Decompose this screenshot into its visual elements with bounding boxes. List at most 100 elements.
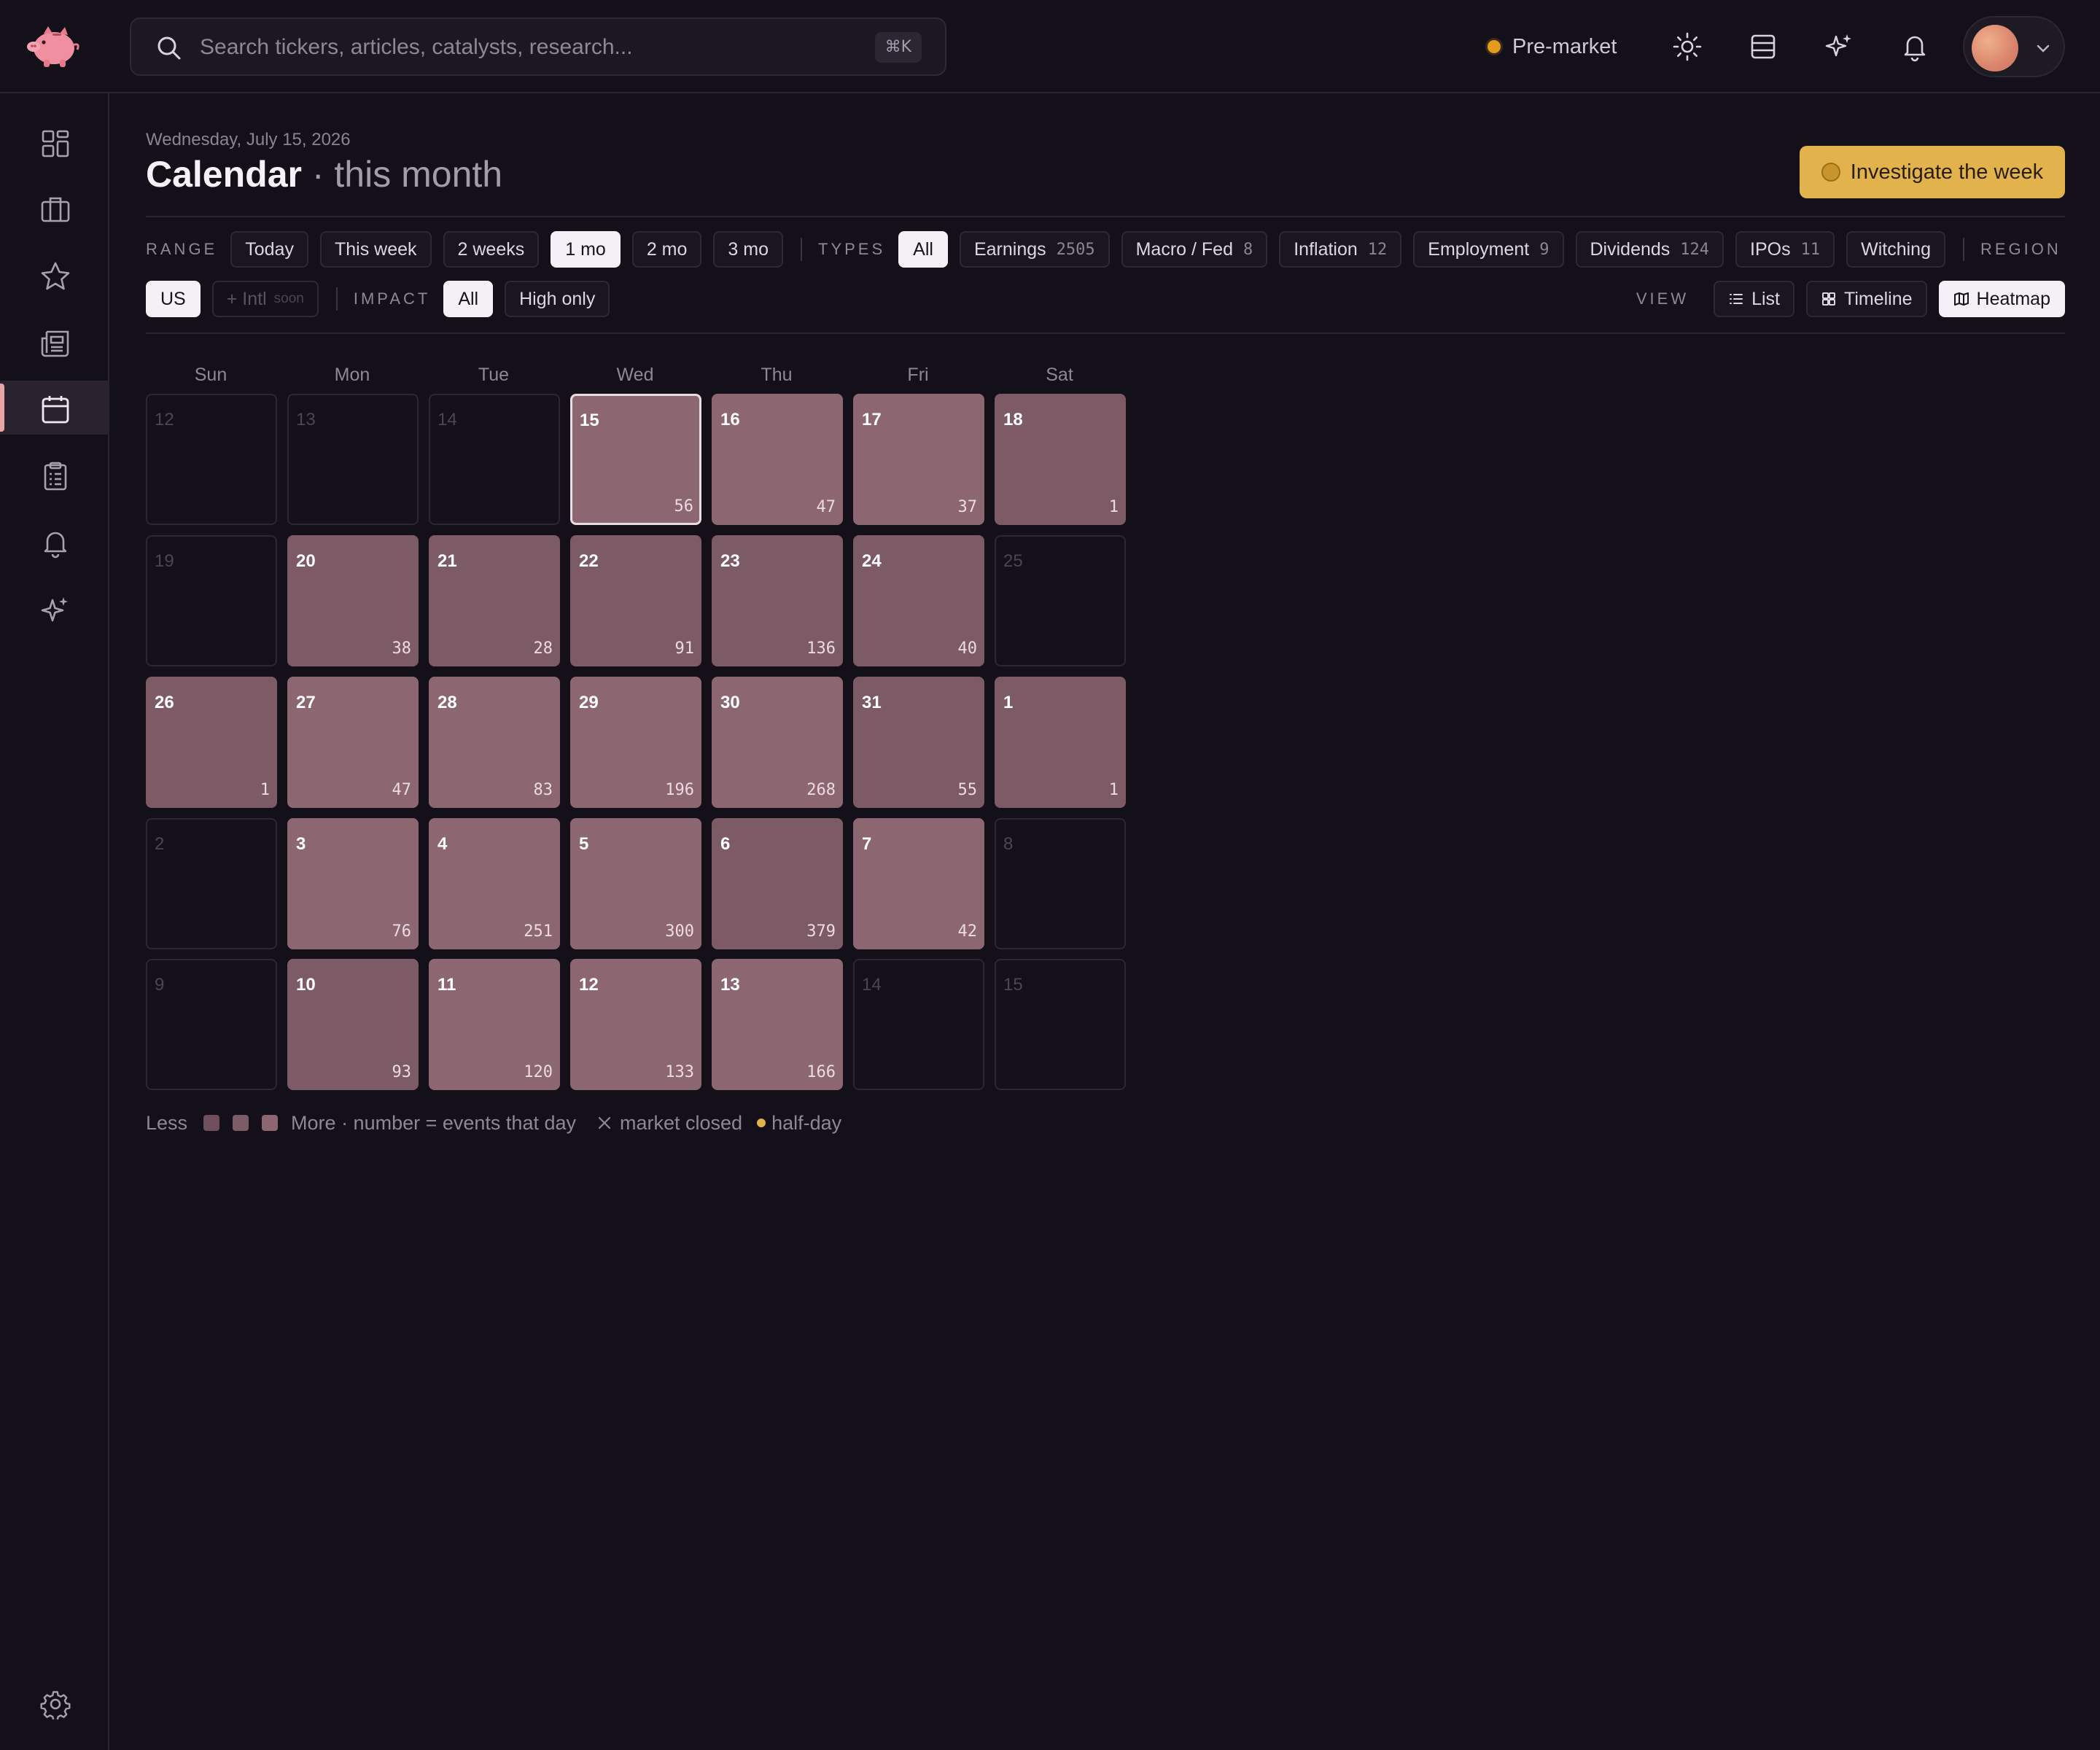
calendar-day-cell[interactable]: 19: [146, 535, 277, 666]
calendar-day-cell[interactable]: 11: [995, 677, 1126, 808]
calendar-day-cell[interactable]: 16 47: [712, 394, 843, 525]
calendar-day-cell[interactable]: 14: [853, 959, 984, 1090]
weekday-header: Fri: [907, 365, 929, 385]
portfolio-icon: [41, 197, 70, 222]
calendar-day-cell[interactable]: 14: [429, 394, 560, 525]
event-count: 268: [806, 781, 836, 799]
calendar-day-cell[interactable]: 12: [146, 394, 277, 525]
bell-icon[interactable]: [1899, 31, 1931, 63]
type-earnings[interactable]: Earnings 2505: [959, 231, 1110, 268]
calendar-day-cell[interactable]: 15: [995, 959, 1126, 1090]
calendar-day-cell[interactable]: 15 56: [570, 394, 701, 525]
calendar-day-cell[interactable]: 29 196: [570, 677, 701, 808]
sidebar-item-settings[interactable]: [0, 1676, 109, 1730]
calendar-day-cell[interactable]: 12 133: [570, 959, 701, 1090]
calendar-day-cell[interactable]: 30 268: [712, 677, 843, 808]
range-3-months[interactable]: 3 mo: [713, 231, 784, 268]
type-ipos[interactable]: IPOs 11: [1735, 231, 1835, 268]
calendar-day-cell[interactable]: 4 251: [429, 818, 560, 949]
calendar-day-cell[interactable]: 28 83: [429, 677, 560, 808]
range-1-month[interactable]: 1 mo: [551, 231, 621, 268]
day-number: 4: [438, 834, 448, 854]
type-all-label: All: [913, 238, 933, 260]
current-date: Wednesday, July 15, 2026: [146, 130, 351, 149]
event-count: 91: [674, 639, 695, 658]
event-count: 300: [665, 922, 694, 941]
page-title: Calendar · this month: [146, 153, 502, 195]
event-count: 1: [1108, 498, 1119, 516]
range-today[interactable]: Today: [230, 231, 308, 268]
view-list-button[interactable]: List: [1714, 281, 1794, 317]
calendar-day-cell[interactable]: 22 91: [570, 535, 701, 666]
type-dividends[interactable]: Dividends 124: [1575, 231, 1724, 268]
day-number: 13: [720, 975, 740, 995]
piggy-logo-icon[interactable]: [25, 20, 83, 70]
calendar-day-cell[interactable]: 7 42: [853, 818, 984, 949]
calendar-day-cell[interactable]: 3 76: [287, 818, 419, 949]
type-macro-fed[interactable]: Macro / Fed 8: [1121, 231, 1268, 268]
calendar-day-cell[interactable]: 31 55: [853, 677, 984, 808]
sidebar-item-alerts[interactable]: [0, 515, 109, 569]
view-heatmap-button[interactable]: Heatmap: [1938, 281, 2065, 317]
calendar-day-cell[interactable]: 5 300: [570, 818, 701, 949]
sun-icon[interactable]: [1671, 31, 1703, 63]
search-input[interactable]: [200, 29, 841, 66]
calendar-day-cell[interactable]: 10 93: [287, 959, 419, 1090]
weekday-header: Wed: [616, 365, 654, 385]
type-witching[interactable]: Witching: [1846, 231, 1945, 268]
region-us[interactable]: US: [146, 281, 201, 317]
event-count: 379: [806, 922, 836, 941]
calendar-day-cell[interactable]: 6 379: [712, 818, 843, 949]
type-count: 124: [1680, 240, 1710, 259]
day-number: 21: [438, 551, 457, 571]
view-heatmap-label: Heatmap: [1976, 288, 2050, 309]
impact-all[interactable]: All: [443, 281, 494, 317]
layout-icon[interactable]: [1747, 31, 1779, 63]
calendar-day-cell[interactable]: 24 40: [853, 535, 984, 666]
calendar-day-cell[interactable]: 17 37: [853, 394, 984, 525]
calendar-day-cell[interactable]: 26 1: [146, 677, 277, 808]
coin-icon: [1821, 163, 1840, 182]
calendar-day-cell[interactable]: 25: [995, 535, 1126, 666]
day-number: 14: [862, 975, 882, 995]
calendar-day-cell[interactable]: 13 166: [712, 959, 843, 1090]
calendar-day-cell[interactable]: 27 47: [287, 677, 419, 808]
calendar-day-cell[interactable]: 11 120: [429, 959, 560, 1090]
sidebar-item-dashboard[interactable]: [0, 115, 109, 169]
divider: [1962, 238, 1964, 261]
event-count: 56: [674, 497, 694, 516]
heatmap-legend: Less More · number = events that day mar…: [146, 1110, 841, 1136]
type-all[interactable]: All: [898, 231, 948, 268]
sidebar-item-watchlist[interactable]: [0, 248, 109, 302]
type-employment[interactable]: Employment 9: [1413, 231, 1564, 268]
calendar-day-cell[interactable]: 21 28: [429, 535, 560, 666]
calendar-day-cell[interactable]: 18 1: [995, 394, 1126, 525]
sparkle-icon[interactable]: [1823, 31, 1855, 63]
sidebar-item-portfolio[interactable]: [0, 181, 109, 235]
user-menu-button[interactable]: [1963, 16, 2065, 77]
view-timeline-button[interactable]: Timeline: [1806, 281, 1927, 317]
calendar-day-cell[interactable]: 8: [995, 818, 1126, 949]
type-label: Dividends: [1590, 238, 1671, 260]
sidebar-item-research[interactable]: [0, 448, 109, 502]
avatar: [1972, 25, 2018, 71]
sidebar-item-ai[interactable]: [0, 582, 109, 636]
weekday-header: Mon: [334, 365, 370, 385]
sidebar-item-calendar[interactable]: [0, 381, 109, 435]
impact-high-only[interactable]: High only: [505, 281, 610, 317]
calendar-day-cell[interactable]: 23 136: [712, 535, 843, 666]
investigate-week-button[interactable]: Investigate the week: [1800, 146, 2065, 198]
type-inflation[interactable]: Inflation 12: [1279, 231, 1402, 268]
sidebar-item-news[interactable]: [0, 315, 109, 369]
range-2-months[interactable]: 2 mo: [631, 231, 702, 268]
calendar-day-cell[interactable]: 2: [146, 818, 277, 949]
calendar-day-cell[interactable]: 20 38: [287, 535, 419, 666]
range-2-weeks[interactable]: 2 weeks: [443, 231, 540, 268]
calendar-day-cell[interactable]: 9: [146, 959, 277, 1090]
list-icon: [1730, 294, 1743, 304]
calendar-day-cell[interactable]: 13: [287, 394, 419, 525]
event-count: 133: [665, 1063, 694, 1081]
day-number: 18: [1003, 410, 1023, 429]
range-this-week[interactable]: This week: [319, 231, 432, 268]
search-bar[interactable]: ⌘K: [130, 18, 946, 76]
